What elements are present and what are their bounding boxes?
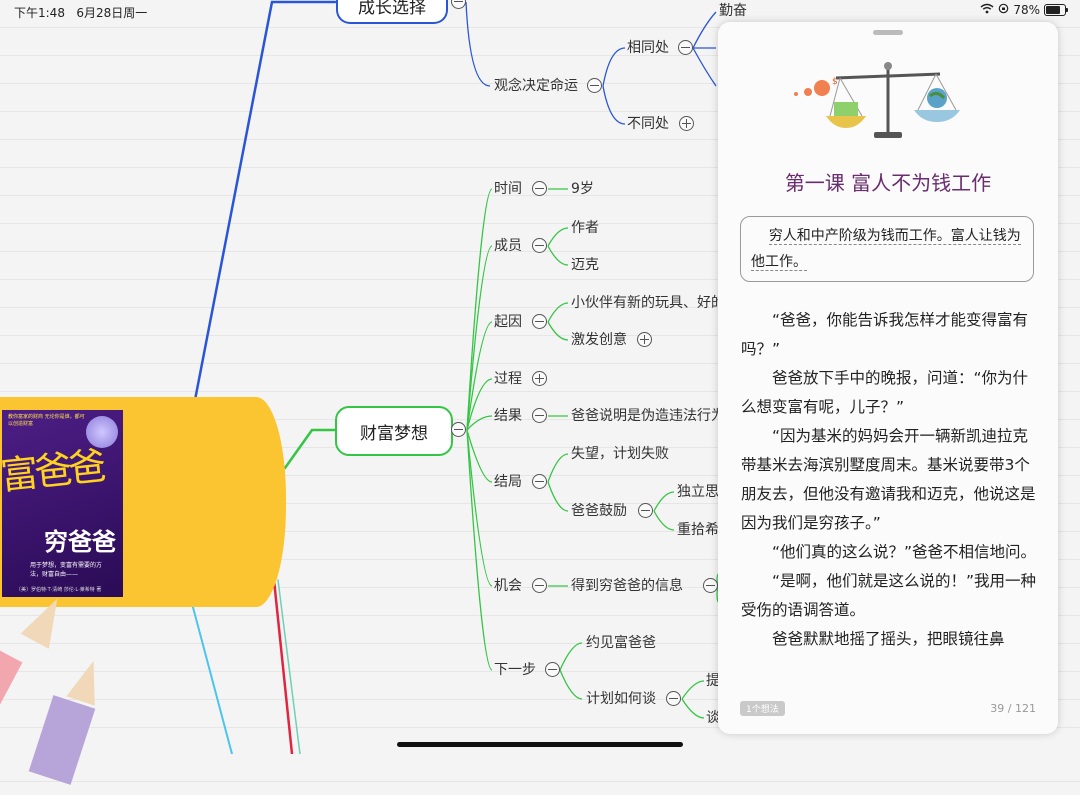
book-subtitle: 用于梦想，变富有需要的方法，财富自由—— [30,562,103,578]
node-ending[interactable]: 结局 [494,473,522,491]
link-time [466,188,493,431]
book-blurb: 教你富家的财商 无论你是谁，都可以创造财富 [8,414,85,427]
orientation-lock-icon [998,3,1009,17]
node-cause[interactable]: 起因 [494,313,522,331]
battery-icon [1044,4,1068,16]
node-same[interactable]: 相同处 [627,39,669,57]
paragraph: 爸爸放下手中的晚报，问道：“你为什么想变富有呢，儿子？” [741,369,1029,416]
paragraph: “他们真的这么说？”爸爸不相信地问。 [772,543,1037,561]
highlight-quote[interactable]: 穷人和中产阶级为钱而工作。富人让钱为他工作。 [740,216,1034,282]
link-chance [466,429,493,587]
collapse-toggle-cause[interactable] [532,314,547,329]
balance-scale-icon: $ [794,62,960,138]
link-idea-same [602,47,626,87]
link-next-meet [559,642,583,671]
collapse-toggle-result[interactable] [532,408,547,423]
expand-toggle-process[interactable] [532,371,547,386]
collapse-toggle-encourage[interactable] [638,503,653,518]
node-dad-encourage[interactable]: 爸爸鼓励 [571,502,627,520]
collapse-toggle-chance[interactable] [532,578,547,593]
node-illegal[interactable]: 爸爸说明是伪造违法行为 [571,407,725,425]
node-age[interactable]: 9岁 [571,180,594,198]
node-plan-fail[interactable]: 失望，计划失败 [571,445,669,463]
paragraph: “因为基米的妈妈会开一辆新凯迪拉克带基米去海滨别墅度周末。基米说要带3个朋友去，… [741,427,1036,532]
link-member-mike [547,245,569,266]
expand-toggle-inspire[interactable] [637,332,652,347]
quote-text: 穷人和中产阶级为钱而工作。富人让钱为他工作。 [751,228,1021,271]
book-author: 〔美〕罗伯特·T·清崎 莎伦·L·莱希特 著 [16,587,102,593]
paragraph: “是啊，他们就是这么说的！”我用一种受伤的语调答道。 [741,572,1037,619]
status-date: 6月28日周一 [76,6,148,20]
node-hope[interactable]: 重拾希 [677,521,719,539]
collapse-toggle-info[interactable] [703,578,718,593]
battery-fill [1046,6,1061,14]
node-author[interactable]: 作者 [571,219,599,237]
collapse-toggle-idea[interactable] [587,78,602,93]
svg-text:$: $ [832,77,838,87]
paragraph: “爸爸，你能告诉我怎样才能变得富有吗？” [741,311,1029,358]
page-indicator: 39 / 121 [990,702,1036,715]
reader-panel[interactable]: $ 第一课 富人不为钱工作 穷人和中产阶级为钱而工作。富人让钱为他工作。 “爸爸… [718,22,1058,734]
wifi-icon [980,3,994,17]
lesson-title: 第一课 富人不为钱工作 [784,171,992,195]
node-process[interactable]: 过程 [494,370,522,388]
paragraph: 爸爸默默地摇了摇头，把眼镜往鼻 [772,630,1005,648]
battery-percent: 78% [1013,3,1040,17]
node-next-step[interactable]: 下一步 [494,661,536,679]
branch-line-center [283,428,338,470]
status-time: 下午1:48 [14,6,65,20]
link-encourage-a [653,491,675,512]
collapse-toggle-time[interactable] [532,181,547,196]
node-time[interactable]: 时间 [494,180,522,198]
node-new-toys[interactable]: 小伙伴有新的玩具、好的 [571,294,725,312]
node-result[interactable]: 结果 [494,407,522,425]
link-ending [466,429,493,483]
link-ending-encourage [547,481,569,512]
collapse-toggle-same[interactable] [678,40,693,55]
branch-line-top [193,0,337,402]
link-ending-fail [547,453,569,483]
book-cover-image: 教你富家的财商 无论你是谁，都可以创造财富 富爸爸 穷爸爸 用于梦想，变富有需要… [2,410,123,597]
collapse-toggle-wealth[interactable] [451,422,466,437]
collapse-toggle-members[interactable] [532,238,547,253]
link-encourage-b [653,510,675,531]
status-bar: 下午1:48 6月28日周一 78% [0,0,1080,22]
thoughts-badge[interactable]: 1个想法 [740,701,785,716]
node-mike[interactable]: 迈克 [571,256,599,274]
topic-wealth-dream[interactable]: 财富梦想 [335,406,453,456]
book-title-sub: 穷爸爸 [44,528,116,556]
link-same-right2 [692,47,717,87]
link-cause-idea [547,321,569,341]
link-idea-diff [602,85,626,125]
link-member-author [547,227,569,247]
node-chance[interactable]: 机会 [494,577,522,595]
node-members[interactable]: 成员 [494,237,522,255]
node-different[interactable]: 不同处 [627,115,669,133]
link-next-plan [559,669,583,700]
node-poor-dad-info[interactable]: 得到穷爸爸的信息 [571,577,683,595]
topic-wealth-dream-label: 财富梦想 [360,423,428,444]
node-independent[interactable]: 独立思 [677,483,719,501]
collapse-toggle-ending[interactable] [532,474,547,489]
status-right: 78% [980,3,1068,17]
node-idea-destiny[interactable]: 观念决定命运 [494,77,578,95]
panel-grabber-handle[interactable] [873,30,903,35]
collapse-toggle-next[interactable] [545,662,560,677]
node-meet-rich-dad[interactable]: 约见富爸爸 [586,634,656,652]
status-time-date: 下午1:48 6月28日周一 [14,4,147,21]
node-inspire[interactable]: 激发创意 [571,331,627,349]
reading-body: “爸爸，你能告诉我怎样才能变得富有吗？” 爸爸放下手中的晚报，问道：“你为什么想… [741,306,1037,654]
link-plan-a [681,680,705,700]
link-plan-b [681,698,705,719]
branch-line-cyan [189,595,233,754]
expand-toggle-different[interactable] [679,116,694,131]
link-cause-toy [547,302,569,323]
home-indicator[interactable] [397,742,683,747]
book-title-main: 富爸爸 [2,443,105,499]
collapse-toggle-plan[interactable] [666,691,681,706]
node-how-to-talk[interactable]: 计划如何谈 [586,690,656,708]
